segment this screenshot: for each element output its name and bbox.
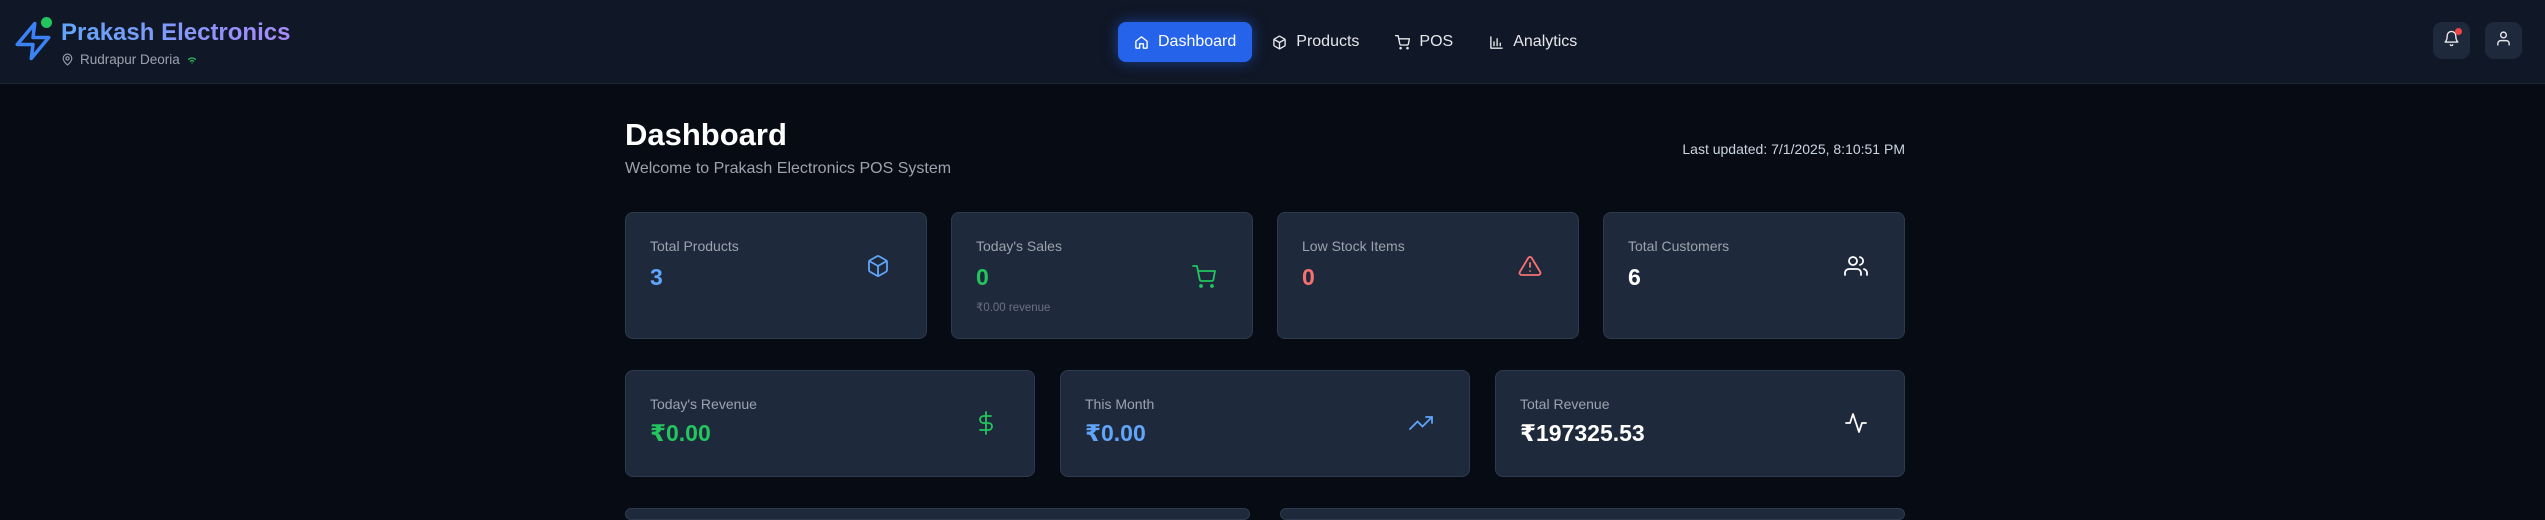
stat-card-total-products: Total Products 3 — [625, 212, 927, 339]
stat-value: 6 — [1628, 264, 1641, 290]
package-icon — [866, 254, 890, 278]
section-card-partial — [625, 508, 1250, 520]
map-pin-icon — [61, 53, 74, 66]
stat-value: 0 — [1302, 264, 1315, 290]
stat-label: Low Stock Items — [1302, 238, 1405, 254]
revenue-label: Total Revenue — [1520, 396, 1610, 412]
nav-pos[interactable]: POS — [1379, 22, 1469, 62]
stat-card-total-customers: Total Customers 6 — [1603, 212, 1905, 339]
stat-value: 0 — [976, 264, 989, 290]
profile-button[interactable] — [2485, 22, 2522, 59]
user-icon — [2495, 30, 2512, 52]
brand-title: Prakash Electronics — [61, 19, 291, 46]
notification-badge — [2455, 28, 2462, 35]
home-icon — [1134, 35, 1149, 50]
nav-products[interactable]: Products — [1256, 22, 1375, 62]
online-status-dot — [41, 17, 52, 28]
main-nav: Dashboard Products POS Analytics — [1118, 22, 1593, 62]
brand-location: Rudrapur Deoria — [61, 50, 198, 68]
stat-label: Total Customers — [1628, 238, 1730, 254]
revenue-card-month: This Month ₹0.00 — [1060, 370, 1470, 477]
stat-card-todays-sales: Today's Sales 0 ₹0.00 revenue — [951, 212, 1253, 339]
section-card-partial — [1280, 508, 1905, 520]
users-icon — [1844, 254, 1868, 278]
wifi-icon — [186, 53, 198, 65]
trending-up-icon — [1409, 411, 1433, 435]
cart-icon — [1395, 34, 1411, 50]
revenue-label: This Month — [1085, 396, 1155, 412]
nav-analytics-label: Analytics — [1513, 33, 1578, 50]
notifications-button[interactable] — [2433, 22, 2470, 59]
stat-card-low-stock: Low Stock Items 0 — [1277, 212, 1579, 339]
activity-icon — [1844, 411, 1868, 435]
nav-dashboard-label: Dashboard — [1158, 33, 1237, 50]
location-label: Rudrapur Deoria — [80, 51, 180, 67]
revenue-card-total: Total Revenue ₹197325.53 — [1495, 370, 1905, 477]
cart-icon — [1192, 265, 1216, 289]
bar-chart-icon — [1489, 35, 1504, 50]
revenue-value: ₹0.00 — [650, 420, 711, 446]
stat-label: Today's Sales — [976, 238, 1062, 254]
stat-value: 3 — [650, 264, 663, 290]
nav-analytics[interactable]: Analytics — [1473, 22, 1593, 62]
stat-note: ₹0.00 revenue — [976, 302, 1051, 314]
dollar-icon — [974, 411, 998, 435]
last-updated: Last updated: 7/1/2025, 8:10:51 PM — [1682, 141, 1905, 157]
revenue-card-today: Today's Revenue ₹0.00 — [625, 370, 1035, 477]
revenue-value: ₹0.00 — [1085, 420, 1146, 446]
top-navbar: Prakash Electronics Rudrapur Deoria Dash… — [0, 0, 2545, 84]
package-icon — [1272, 35, 1287, 50]
nav-dashboard[interactable]: Dashboard — [1118, 22, 1253, 62]
stat-label: Total Products — [650, 238, 739, 254]
page-subtitle: Welcome to Prakash Electronics POS Syste… — [625, 160, 952, 177]
nav-products-label: Products — [1296, 33, 1360, 50]
nav-pos-label: POS — [1419, 33, 1454, 50]
revenue-value: ₹197325.53 — [1520, 420, 1645, 446]
revenue-label: Today's Revenue — [650, 396, 757, 412]
page-title: Dashboard — [625, 117, 787, 152]
alert-triangle-icon — [1518, 254, 1542, 278]
